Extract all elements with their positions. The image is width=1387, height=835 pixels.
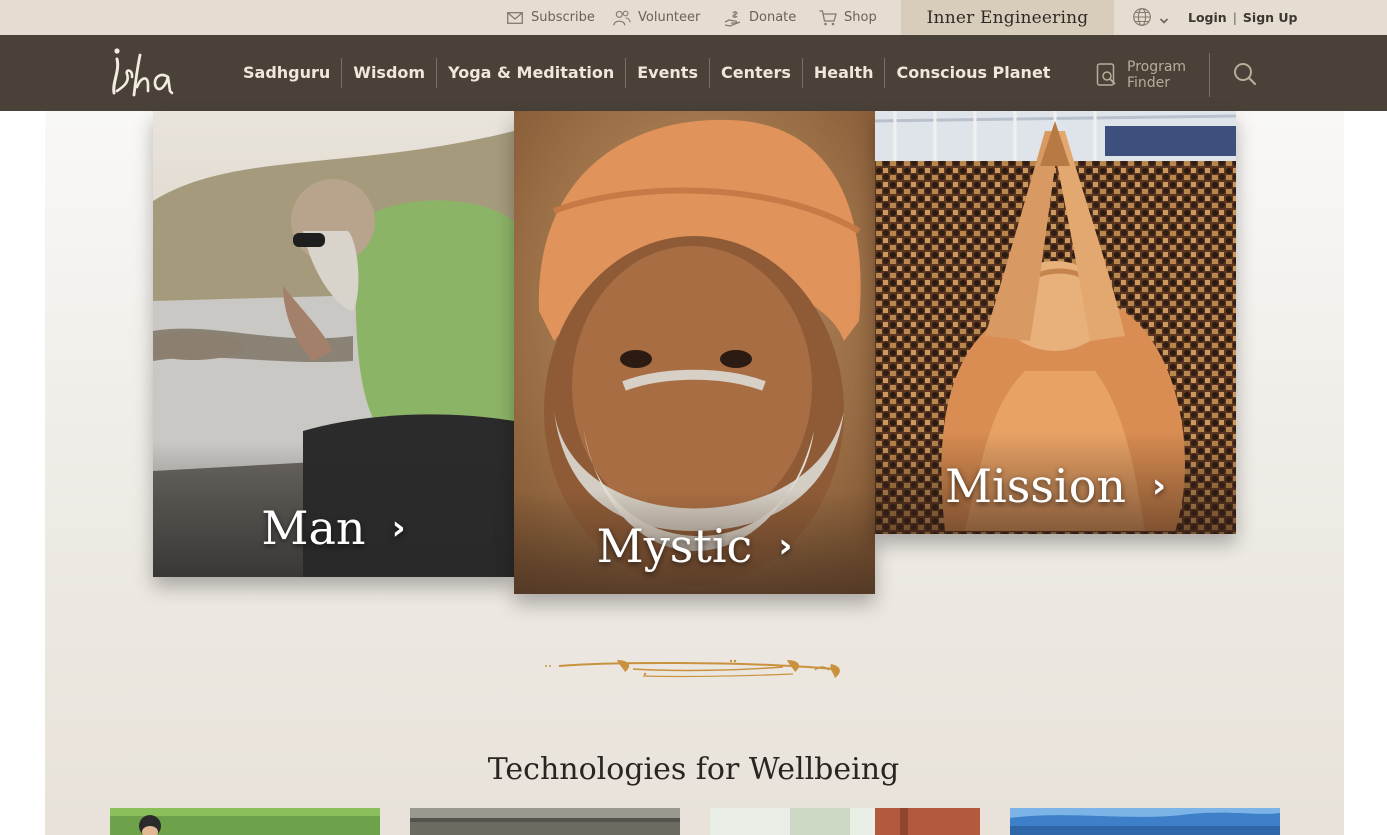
ornament-divider bbox=[543, 652, 847, 684]
main-nav: Sadhguru Wisdom Yoga & Meditation Events… bbox=[0, 35, 1387, 111]
tech-card-2-image bbox=[410, 808, 680, 835]
program-finder-line2: Finder bbox=[1127, 75, 1171, 91]
nav-item-events[interactable]: Events bbox=[625, 58, 709, 88]
card-mystic-label: Mystic › bbox=[514, 519, 875, 573]
program-finder-icon bbox=[1096, 62, 1118, 88]
mail-icon bbox=[506, 9, 524, 27]
tech-card-1-image bbox=[110, 808, 380, 835]
search-icon[interactable] bbox=[1232, 61, 1258, 87]
cart-icon bbox=[819, 9, 837, 27]
nav-item-centers[interactable]: Centers bbox=[708, 58, 802, 88]
login-link[interactable]: Login bbox=[1188, 10, 1227, 25]
inner-engineering-label: Inner Engineering bbox=[926, 7, 1089, 28]
chevron-right-icon: › bbox=[778, 526, 793, 566]
primary-menu: Sadhguru Wisdom Yoga & Meditation Events… bbox=[232, 35, 1061, 111]
chevron-down-icon bbox=[1159, 10, 1169, 29]
vine-ornament-icon bbox=[545, 659, 840, 678]
nav-item-yoga-meditation[interactable]: Yoga & Meditation bbox=[436, 58, 625, 88]
nav-item-health[interactable]: Health bbox=[801, 58, 885, 88]
nav-item-wisdom[interactable]: Wisdom bbox=[341, 58, 436, 88]
auth-separator: | bbox=[1232, 10, 1237, 25]
section-title: Technologies for Wellbeing bbox=[487, 752, 900, 787]
program-finder-line1: Program bbox=[1127, 59, 1187, 75]
nav-divider bbox=[1209, 53, 1210, 97]
shop-link[interactable]: Shop bbox=[819, 0, 877, 35]
inner-engineering-link[interactable]: Inner Engineering bbox=[901, 0, 1114, 35]
tech-card-4[interactable] bbox=[1010, 808, 1280, 835]
nav-item-sadhguru[interactable]: Sadhguru bbox=[232, 58, 341, 88]
program-finder-label: Program Finder bbox=[1127, 59, 1186, 91]
globe-icon bbox=[1132, 7, 1152, 31]
card-mystic[interactable]: Mystic › bbox=[514, 111, 875, 594]
donate-hand-icon bbox=[724, 9, 742, 27]
donate-label: Donate bbox=[749, 10, 797, 25]
utility-bar: Subscribe Volunteer Donate Shop Inner En… bbox=[0, 0, 1387, 35]
program-finder-button[interactable]: Program Finder bbox=[1096, 59, 1186, 91]
card-mission-title: Mission bbox=[944, 459, 1127, 513]
subscribe-link[interactable]: Subscribe bbox=[506, 0, 595, 35]
volunteer-label: Volunteer bbox=[638, 10, 701, 25]
card-mission[interactable]: Mission › bbox=[875, 111, 1236, 534]
tech-card-3[interactable] bbox=[710, 808, 980, 835]
card-mystic-title: Mystic bbox=[596, 519, 753, 573]
isha-logo[interactable] bbox=[108, 47, 174, 99]
tech-card-3-image bbox=[710, 808, 980, 835]
card-man[interactable]: Man › bbox=[153, 111, 514, 577]
people-icon bbox=[613, 9, 631, 27]
donate-link[interactable]: Donate bbox=[724, 0, 796, 35]
language-selector[interactable] bbox=[1132, 7, 1169, 31]
chevron-right-icon: › bbox=[391, 508, 406, 548]
card-man-label: Man › bbox=[153, 501, 514, 555]
isha-logo-mark bbox=[112, 48, 174, 97]
nav-item-conscious-planet[interactable]: Conscious Planet bbox=[884, 58, 1061, 88]
signup-link[interactable]: Sign Up bbox=[1243, 10, 1298, 25]
auth-links: Login | Sign Up bbox=[1188, 0, 1298, 35]
subscribe-label: Subscribe bbox=[531, 10, 595, 25]
card-man-title: Man bbox=[261, 501, 366, 555]
tech-card-4-image bbox=[1010, 808, 1280, 835]
card-mission-label: Mission › bbox=[875, 459, 1236, 513]
tech-card-2[interactable] bbox=[410, 808, 680, 835]
tech-card-1[interactable] bbox=[110, 808, 380, 835]
volunteer-link[interactable]: Volunteer bbox=[613, 0, 700, 35]
chevron-right-icon: › bbox=[1152, 466, 1167, 506]
shop-label: Shop bbox=[844, 10, 877, 25]
